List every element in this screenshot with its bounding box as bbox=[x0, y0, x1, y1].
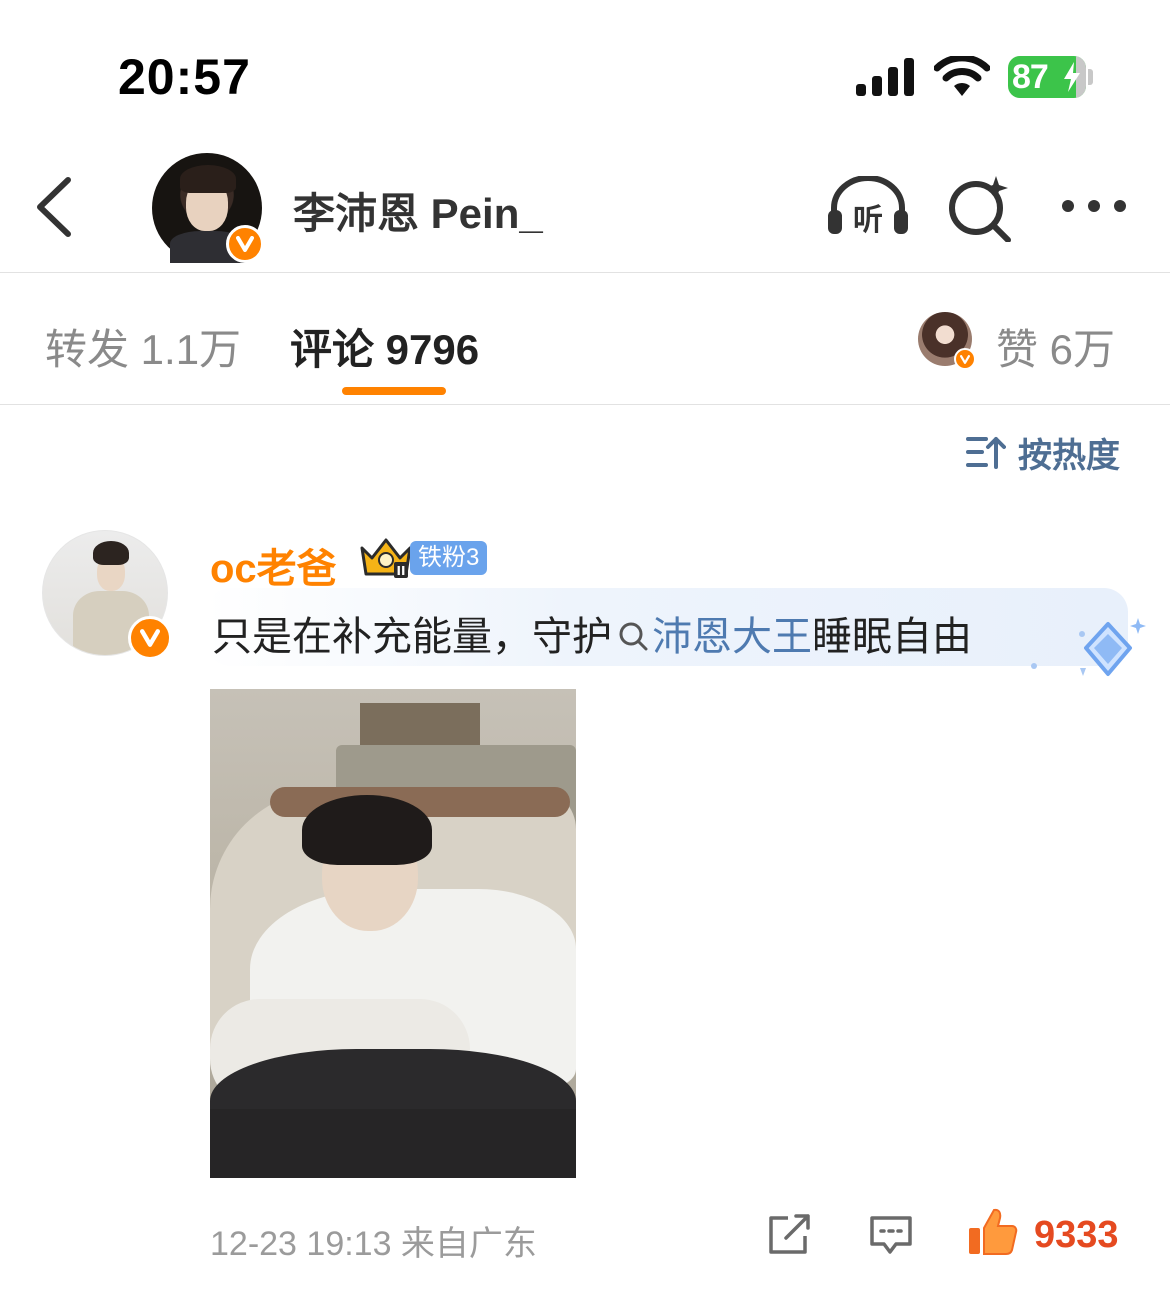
charging-bolt-icon bbox=[1064, 62, 1080, 92]
commenter-name[interactable]: oc老爸 bbox=[210, 536, 337, 594]
comment-meta: 12-23 19:13 来自广东 bbox=[210, 1225, 537, 1263]
back-arrow-icon[interactable] bbox=[30, 174, 78, 240]
author-name[interactable]: 李沛恩 Pein_ bbox=[293, 180, 543, 241]
share-icon[interactable] bbox=[766, 1214, 812, 1256]
listen-headphones-icon[interactable]: 听 bbox=[826, 176, 910, 238]
fan-level-badge: 铁粉3 bbox=[410, 541, 488, 575]
status-time: 20:57 bbox=[118, 49, 251, 105]
liker-avatar bbox=[918, 312, 976, 370]
like-count: 9333 bbox=[1034, 1214, 1119, 1256]
comment-image[interactable] bbox=[210, 689, 576, 1178]
thumbs-up-icon[interactable] bbox=[966, 1206, 1018, 1258]
author-avatar[interactable] bbox=[152, 153, 264, 263]
svg-text:II: II bbox=[397, 564, 406, 578]
search-sparkle-icon[interactable] bbox=[946, 174, 1014, 242]
wifi-icon bbox=[934, 56, 990, 96]
svg-text:听: 听 bbox=[853, 203, 883, 238]
topic-link[interactable]: 沛恩大王 bbox=[652, 615, 812, 659]
diamond-sparkle-icon bbox=[1031, 618, 1146, 676]
reply-icon[interactable] bbox=[868, 1214, 914, 1256]
verified-badge-icon bbox=[128, 616, 172, 660]
status-bar: 20:57 87 bbox=[0, 0, 1170, 140]
more-dots-icon[interactable] bbox=[1060, 196, 1128, 216]
verified-badge-icon bbox=[226, 225, 264, 263]
tab-likes[interactable]: 赞 6万 bbox=[996, 316, 1115, 377]
comment-text: 只是在补充能量，守护 沛恩大王睡眠自由 bbox=[212, 604, 972, 662]
comment-text-after: 睡眠自由 bbox=[812, 615, 972, 659]
topic-search-icon bbox=[619, 622, 648, 651]
battery-percent: 87 bbox=[1012, 58, 1049, 96]
comment-text-before: 只是在补充能量，守护 bbox=[212, 615, 612, 659]
battery-charging-icon: 87 bbox=[1008, 56, 1093, 98]
verified-badge-icon bbox=[954, 348, 976, 370]
post-header: 李沛恩 Pein_ 听 bbox=[0, 140, 1170, 273]
tab-repost[interactable]: 转发 1.1万 bbox=[45, 316, 241, 377]
crown-icon: II bbox=[360, 538, 412, 578]
active-tab-indicator bbox=[342, 387, 446, 395]
cellular-signal-icon bbox=[856, 58, 914, 96]
tab-comments[interactable]: 评论 9796 bbox=[290, 316, 479, 377]
sort-icon bbox=[966, 437, 1006, 469]
post-tabs: 转发 1.1万 评论 9796 赞 6万 bbox=[0, 274, 1170, 405]
sort-button[interactable]: 按热度 bbox=[966, 430, 1120, 475]
sort-label: 按热度 bbox=[1018, 436, 1120, 475]
